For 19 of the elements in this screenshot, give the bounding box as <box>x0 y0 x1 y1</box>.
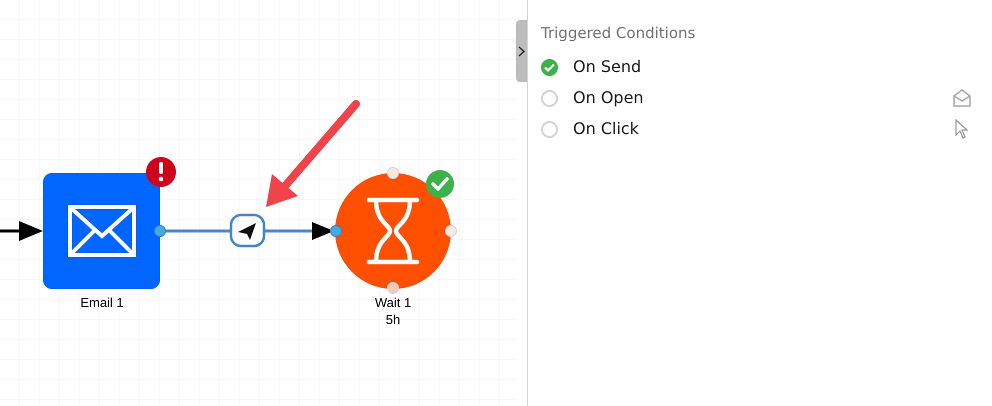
node-label: Wait 1 <box>374 294 412 311</box>
check-icon <box>544 62 555 72</box>
email-node[interactable] <box>43 173 160 289</box>
checked-radio[interactable] <box>541 58 558 76</box>
condition-label: On Open <box>573 87 644 109</box>
radio-button[interactable] <box>541 120 558 138</box>
node-label: Email 1 <box>80 294 124 311</box>
collapse-tab[interactable] <box>516 20 527 82</box>
incoming-arrow <box>0 221 43 241</box>
node-detail: 5h <box>386 311 400 328</box>
panel-title: Triggered Conditions <box>541 23 696 44</box>
send-icon[interactable] <box>230 214 266 248</box>
condition-label: On Send <box>573 56 642 78</box>
radio-button[interactable] <box>541 90 558 106</box>
chevron-right-icon <box>518 46 525 56</box>
condition-label: On Click <box>573 118 639 140</box>
wait-node[interactable] <box>335 173 451 289</box>
pointer-icon[interactable] <box>955 119 969 139</box>
open-envelope-icon[interactable] <box>952 89 972 107</box>
